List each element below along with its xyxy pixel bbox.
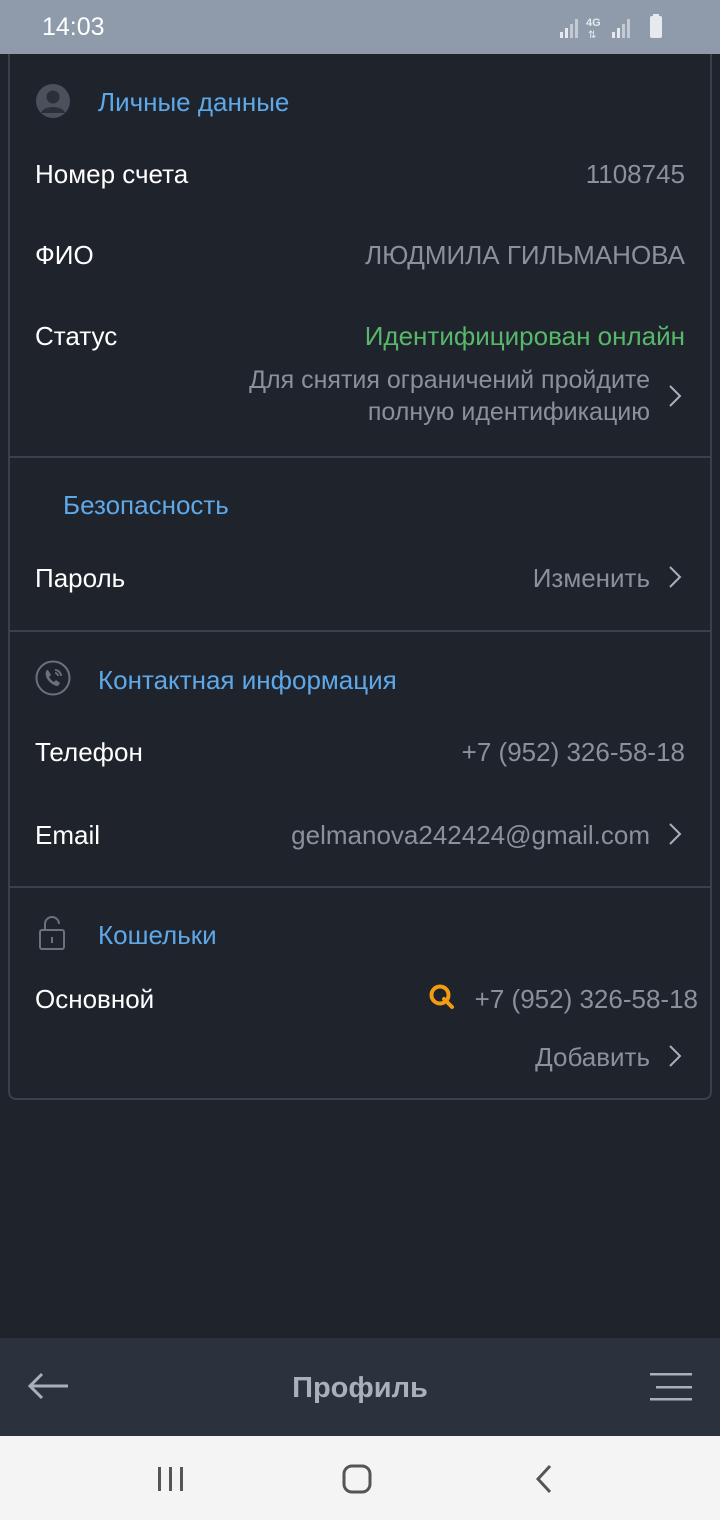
full-identification-link[interactable]: Для снятия ограничений пройдите полную и… — [180, 362, 700, 430]
chevron-right-icon — [669, 823, 682, 845]
signal-icon-2 — [612, 19, 630, 38]
identification-hint-line2: полную идентификацию — [367, 398, 650, 426]
lock-icon — [39, 916, 65, 950]
user-avatar-icon — [36, 84, 70, 118]
divider — [8, 886, 712, 888]
phone-label: Телефон — [35, 737, 143, 767]
page-title: Профиль — [292, 1372, 428, 1404]
system-nav-bar — [0, 1436, 720, 1520]
full-name-value: ЛЮДМИЛА ГИЛЬМАНОВА — [365, 240, 685, 270]
svg-text:⇅: ⇅ — [588, 30, 596, 40]
status-label: Статус — [35, 321, 118, 351]
email-label: Email — [35, 820, 101, 850]
add-wallet-button[interactable]: Добавить — [500, 1034, 700, 1078]
status-time: 14:03 — [42, 13, 105, 41]
divider — [8, 630, 712, 632]
email-row-button[interactable]: gelmanova242424@gmail.com — [260, 812, 700, 856]
menu-icon[interactable] — [650, 1372, 692, 1402]
main-wallet-label: Основной — [35, 984, 155, 1014]
status-bar: 14:03 4G ⇅ — [0, 0, 720, 54]
account-number-label: Номер счета — [35, 159, 189, 189]
divider — [8, 456, 712, 458]
back-icon[interactable] — [534, 1464, 554, 1494]
qiwi-icon — [429, 984, 454, 1009]
section-title-contact: Контактная информация — [98, 665, 397, 695]
chevron-right-icon — [669, 1045, 682, 1067]
section-title-wallets: Кошельки — [98, 920, 217, 950]
phone-icon — [35, 660, 71, 696]
status-value: Идентифицирован онлайн — [364, 321, 685, 351]
section-title-security: Безопасность — [63, 490, 229, 520]
account-number-value: 1108745 — [585, 159, 685, 189]
bottom-app-bar: Профиль — [0, 1338, 720, 1436]
phone-value: +7 (952) 326-58-18 — [461, 737, 685, 767]
main-wallet-value: +7 (952) 326-58-18 — [474, 984, 698, 1014]
recents-icon[interactable] — [156, 1466, 186, 1492]
home-icon[interactable] — [342, 1464, 372, 1494]
network-type-label: 4G — [586, 17, 601, 29]
email-value: gelmanova242424@gmail.com — [291, 820, 650, 850]
change-password-button[interactable]: Изменить — [500, 555, 700, 599]
full-name-label: ФИО — [35, 240, 94, 270]
battery-icon — [650, 14, 662, 38]
chevron-right-icon — [669, 566, 682, 588]
identification-hint-line1: Для снятия ограничений пройдите — [249, 366, 650, 394]
section-title-personal: Личные данные — [98, 87, 290, 117]
chevron-right-icon — [669, 385, 682, 407]
add-wallet-label: Добавить — [535, 1042, 650, 1072]
password-label: Пароль — [35, 563, 126, 593]
signal-icon — [560, 19, 578, 38]
change-password-label: Изменить — [532, 563, 650, 593]
status-icons: 4G ⇅ — [560, 14, 662, 40]
